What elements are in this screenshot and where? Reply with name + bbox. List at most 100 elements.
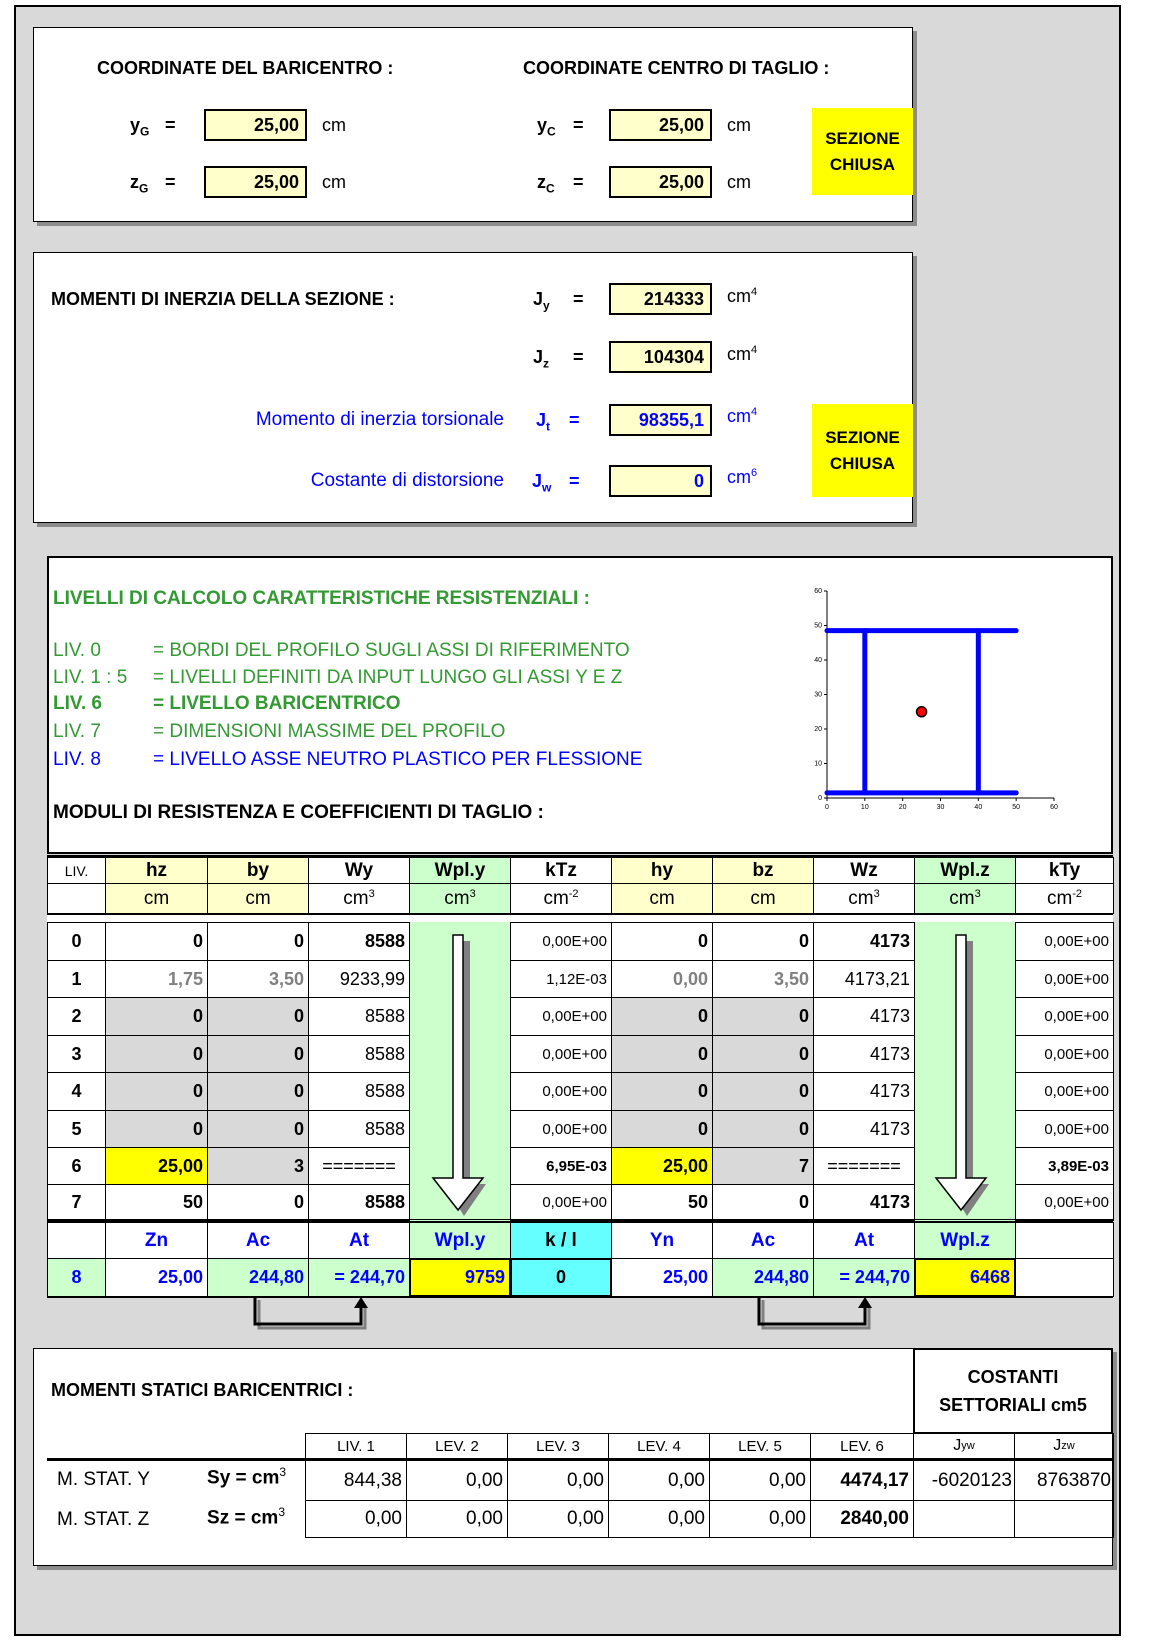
y-tick-label: 60	[814, 588, 822, 595]
jyw-cell	[913, 1500, 1015, 1538]
col-header-hy: hy	[611, 857, 713, 884]
table-cell[interactable]: 0	[207, 1184, 309, 1221]
Jt-description: Momento di inerzia torsionale	[255, 409, 504, 430]
jzw-header: Jzw	[1014, 1433, 1114, 1461]
table-cell: 8588	[308, 922, 410, 961]
table-cell: 0,00E+00	[510, 922, 612, 961]
static-header-0: LIV. 1	[305, 1433, 407, 1461]
table-cell[interactable]: 0	[712, 1110, 814, 1148]
table-cell: 4173	[813, 1110, 915, 1148]
x-tick-label: 20	[899, 804, 907, 811]
table-cell[interactable]: 3,50	[207, 960, 309, 998]
baricentro-title: COORDINATE DEL BARICENTRO :	[97, 58, 394, 78]
table-cell[interactable]: 0	[207, 1072, 309, 1111]
yC-eq: =	[573, 115, 584, 135]
table-cell	[914, 997, 1016, 1036]
zC-field[interactable]: 25,00	[609, 166, 712, 198]
table-cell[interactable]: 0	[207, 997, 309, 1036]
livelli-title: LIVELLI DI CALCOLO CARATTERISTICHE RESIS…	[53, 588, 590, 609]
table-cell[interactable]: 0	[105, 997, 208, 1036]
Jw-unit: cm6	[727, 467, 758, 487]
table-cell	[914, 922, 1016, 961]
plastic-cell: 9759	[409, 1258, 511, 1297]
plastic-cell: 0	[510, 1258, 612, 1297]
col-unit: cm	[712, 883, 814, 914]
centroid-point	[915, 706, 928, 718]
plastic-header: Ac	[712, 1222, 814, 1259]
table-cell[interactable]: 0	[611, 922, 713, 961]
table-cell[interactable]: 50	[105, 1184, 208, 1221]
table-cell: 0,00E+00	[1015, 997, 1114, 1036]
Jy-unit: cm4	[727, 286, 758, 306]
table-cell[interactable]: 0	[611, 1110, 713, 1148]
table-cell[interactable]: 0	[105, 1035, 208, 1073]
static-cell: 0,00	[507, 1460, 609, 1501]
zG-field[interactable]: 25,00	[204, 166, 307, 198]
table-cell	[409, 1035, 511, 1073]
table-cell[interactable]: 50	[611, 1184, 713, 1221]
table-cell: 9233,99	[308, 960, 410, 998]
yG-field[interactable]: 25,00	[204, 109, 307, 141]
table-cell[interactable]: 0	[712, 1035, 814, 1073]
table-cell[interactable]: 0	[105, 1072, 208, 1111]
table-cell: 1,12E-03	[510, 960, 612, 998]
table-cell: 8588	[308, 1072, 410, 1111]
x-tick-label: 10	[861, 804, 869, 811]
table-cell[interactable]: 3,50	[712, 960, 814, 998]
plastic-cell: 244,80	[712, 1258, 814, 1297]
Jz-field[interactable]: 104304	[609, 341, 712, 373]
table-cell: 0,00E+00	[1015, 1072, 1114, 1111]
sezione-chiusa-badge-2: SEZIONE CHIUSA	[812, 404, 913, 497]
col-unit: cm 3	[308, 883, 410, 914]
plastic-header: At	[813, 1222, 915, 1259]
Jw-label: Jw	[532, 471, 552, 495]
table-cell[interactable]: 3	[207, 1147, 309, 1185]
table-cell: 6	[47, 1147, 106, 1185]
table-cell: =======	[308, 1147, 410, 1185]
plastic-cell: 244,80	[207, 1258, 309, 1297]
Jy-field[interactable]: 214333	[609, 283, 712, 315]
static-row-symbol: Sy = cm3	[207, 1465, 287, 1489]
table-cell[interactable]: 1,75	[105, 960, 208, 998]
plastic-header: Wpl.y	[409, 1222, 511, 1259]
col-header-Wz: Wz	[813, 857, 915, 884]
y-tick-label: 30	[814, 692, 822, 699]
table-cell[interactable]: 25,00	[105, 1147, 208, 1185]
col-header-Wpl.z: Wpl.z	[914, 857, 1016, 884]
table-cell[interactable]: 0	[712, 997, 814, 1036]
table-cell[interactable]: 0	[611, 1035, 713, 1073]
table-cell[interactable]: 0	[207, 1035, 309, 1073]
table-cell[interactable]: 25,00	[611, 1147, 713, 1185]
inerzia-title: MOMENTI DI INERZIA DELLA SEZIONE :	[51, 289, 395, 309]
plastic-cell: 25,00	[105, 1258, 208, 1297]
table-cell: 0,00E+00	[1015, 1184, 1114, 1221]
table-cell: 3,89E-03	[1015, 1147, 1114, 1185]
table-cell: 0,00E+00	[510, 1184, 612, 1221]
table-cell: 0,00E+00	[510, 1110, 612, 1148]
table-cell	[409, 997, 511, 1036]
table-cell[interactable]: 0	[105, 922, 208, 961]
level-description: = DIMENSIONI MASSIME DEL PROFILO	[153, 721, 506, 742]
static-header-2: LEV. 3	[507, 1433, 609, 1461]
table-cell[interactable]: 0,00	[611, 960, 713, 998]
level-description: = LIVELLO BARICENTRICO	[153, 693, 401, 714]
table-cell[interactable]: 7	[712, 1147, 814, 1185]
plastic-header: At	[308, 1222, 410, 1259]
table-cell[interactable]: 0	[712, 922, 814, 961]
table-cell[interactable]: 0	[207, 922, 309, 961]
table-cell[interactable]: 0	[611, 1072, 713, 1111]
Jw-field[interactable]: 0	[609, 465, 712, 497]
Jz-label: Jz	[533, 347, 550, 371]
yC-field[interactable]: 25,00	[609, 109, 712, 141]
table-cell[interactable]: 0	[712, 1184, 814, 1221]
table-cell[interactable]: 0	[611, 997, 713, 1036]
table-cell	[409, 1147, 511, 1185]
table-cell[interactable]: 0	[712, 1072, 814, 1111]
table-cell: 0,00E+00	[510, 997, 612, 1036]
Jt-field[interactable]: 98355,1	[609, 404, 712, 436]
level-code: LIV. 6	[53, 693, 102, 714]
static-cell: 4474,17	[810, 1460, 914, 1501]
table-cell[interactable]: 0	[207, 1110, 309, 1148]
table-cell[interactable]: 0	[105, 1110, 208, 1148]
col-header-LIV.: LIV.	[47, 857, 106, 884]
